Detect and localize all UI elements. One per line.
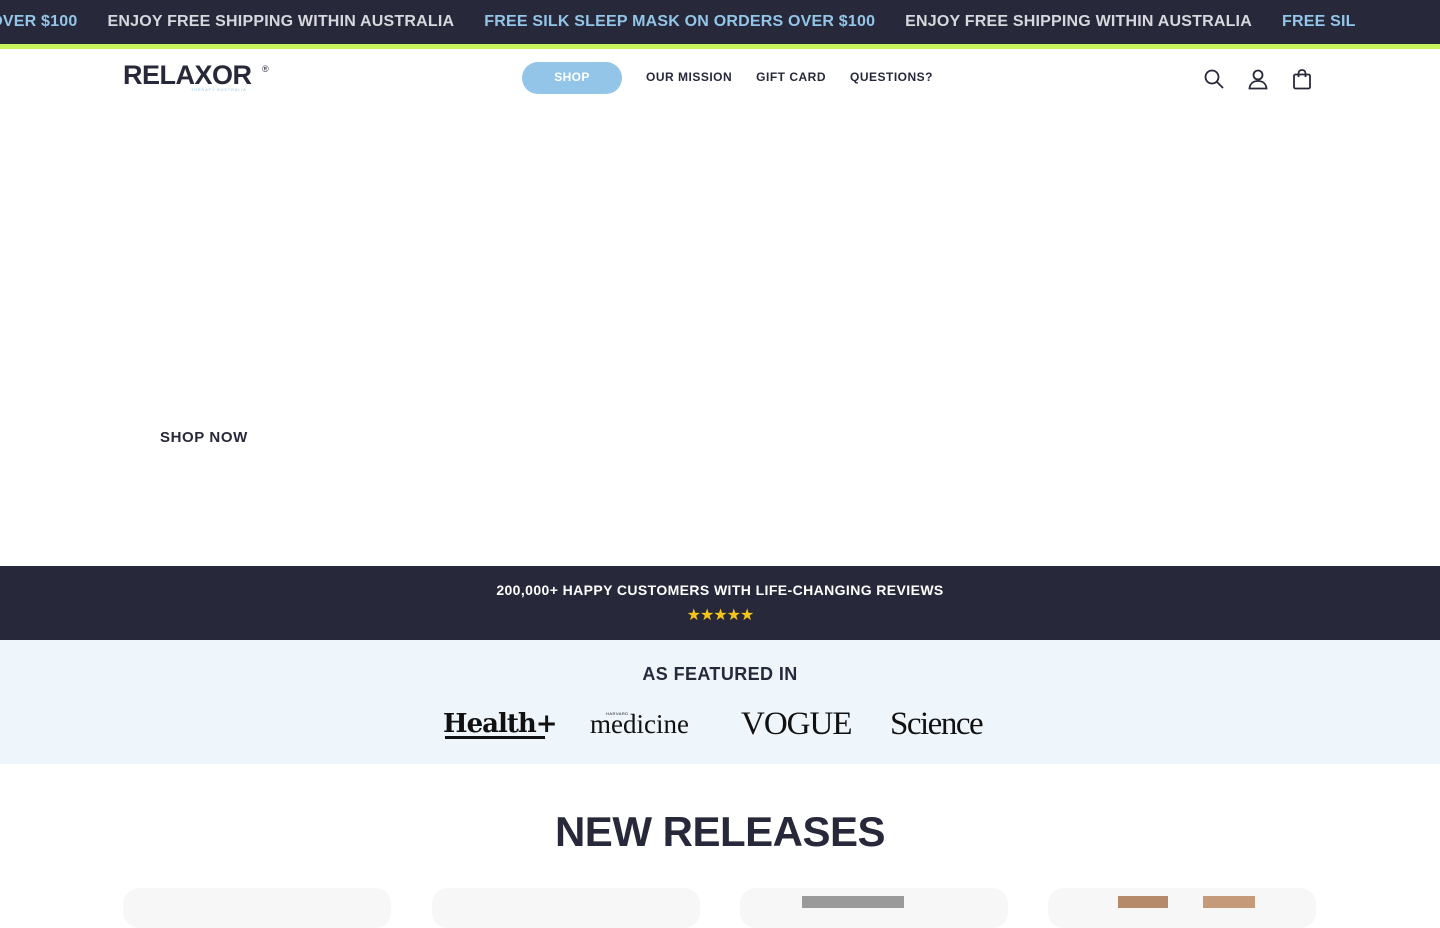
logo-registered-mark: ®: [262, 64, 269, 74]
product-card[interactable]: [740, 888, 1008, 928]
announcement-item[interactable]: ENJOY FREE SHIPPING WITHIN AUSTRALIA: [107, 13, 454, 31]
logo-wordmark: RELAXOR: [123, 60, 252, 90]
account-icon[interactable]: [1244, 65, 1272, 93]
shop-now-link[interactable]: SHOP NOW: [160, 429, 248, 446]
hero-banner: SHOP NOW: [0, 109, 1440, 566]
press-logo-medicine-text: medicine: [590, 708, 689, 739]
featured-in-title: AS FEATURED IN: [642, 664, 798, 684]
announcement-track: RS OVER $100 ENJOY FREE SHIPPING WITHIN …: [0, 0, 1386, 44]
announcement-item[interactable]: ENJOY FREE SHIPPING WITHIN AUSTRALIA: [905, 13, 1252, 31]
announcement-item[interactable]: FREE SILK SLEEP MASK ON ORDERS OVER $100: [484, 13, 875, 31]
product-image: [1118, 896, 1168, 908]
press-logo-vogue: VOGUE: [741, 705, 852, 742]
nav-gift-card[interactable]: GIFT CARD: [756, 70, 826, 86]
site-logo[interactable]: RELAXOR ® THERAPY AUSTRALIA: [123, 62, 273, 94]
press-logo-health-underline: [445, 736, 545, 739]
press-logo-health-text: Health+: [443, 709, 558, 739]
reviews-band: 200,000+ HAPPY CUSTOMERS WITH LIFE-CHANG…: [0, 566, 1440, 640]
press-logo-science-text: Science: [890, 705, 984, 742]
announcement-item[interactable]: FREE SIL: [1282, 13, 1356, 31]
press-logo-harvard-medicine: HARVARD medicine: [590, 706, 702, 742]
product-image: [802, 896, 904, 908]
search-icon[interactable]: [1200, 65, 1228, 93]
nav-our-mission[interactable]: OUR MISSION: [646, 70, 732, 86]
product-card[interactable]: [432, 888, 700, 928]
press-logo-health: Health+: [443, 706, 558, 742]
logo-subtitle: THERAPY AUSTRALIA: [191, 87, 247, 92]
star-rating-icon: ★★★★★: [686, 607, 755, 624]
nav-questions[interactable]: QUESTIONS?: [850, 70, 933, 86]
announcement-bar: RS OVER $100 ENJOY FREE SHIPPING WITHIN …: [0, 0, 1440, 44]
product-card[interactable]: [1048, 888, 1316, 928]
header-actions: [1200, 65, 1332, 93]
announcement-item[interactable]: RS OVER $100: [0, 13, 77, 31]
press-logo-vogue-text: VOGUE: [741, 705, 852, 742]
main-nav: SHOP OUR MISSION GIFT CARD QUESTIONS?: [522, 62, 933, 94]
nav-shop-button[interactable]: SHOP: [522, 62, 622, 94]
product-card[interactable]: [123, 888, 391, 928]
new-releases-title: NEW RELEASES: [554, 808, 886, 855]
site-header: RELAXOR ® THERAPY AUSTRALIA SHOP OUR MIS…: [0, 49, 1440, 109]
product-image: [1203, 896, 1255, 908]
reviews-headline: 200,000+ HAPPY CUSTOMERS WITH LIFE-CHANG…: [496, 582, 944, 598]
featured-in-section: AS FEATURED IN Health+ HARVARD medicine …: [0, 640, 1440, 764]
press-logo-harvard-prefix: HARVARD: [606, 711, 629, 716]
cart-icon[interactable]: [1288, 65, 1316, 93]
press-logo-science: Science: [890, 706, 1000, 742]
